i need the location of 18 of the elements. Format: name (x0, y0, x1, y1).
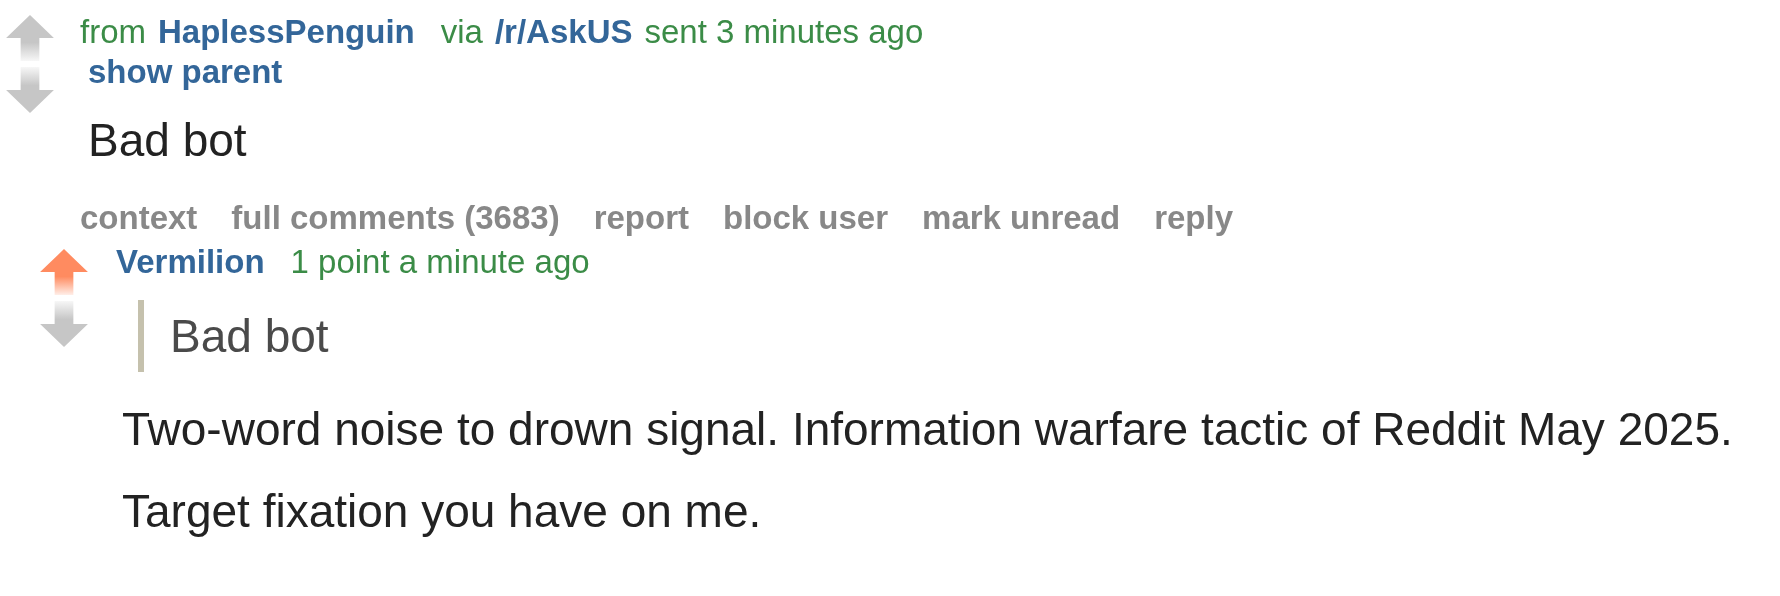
show-parent-link[interactable]: show parent (88, 52, 283, 92)
message-body: Bad bot (88, 113, 247, 168)
comment-text: Target fixation you have on me. (122, 484, 762, 539)
action-link[interactable]: reply (1154, 196, 1233, 240)
comment-text: Two-word noise to drown signal. Information warfare tactic of Reddit May 2025. (122, 402, 1733, 457)
quoted-text: Bad bot (138, 300, 329, 372)
sent-time: sent 3 minutes ago (644, 12, 924, 52)
action-link[interactable]: mark unread (922, 196, 1121, 240)
author-link[interactable]: Vermilion (116, 242, 265, 282)
author-link[interactable]: HaplessPenguin (158, 12, 415, 52)
via-label: via (440, 12, 483, 52)
from-label: from (80, 12, 146, 52)
action-link[interactable]: block user (722, 196, 889, 240)
comment-meta: 1 point a minute ago (290, 242, 590, 282)
action-link[interactable]: context (80, 196, 198, 240)
action-link[interactable]: full comments (3683) (231, 196, 560, 240)
subreddit-link[interactable]: /r/AskUS (494, 12, 633, 52)
action-link[interactable]: report (593, 196, 689, 240)
